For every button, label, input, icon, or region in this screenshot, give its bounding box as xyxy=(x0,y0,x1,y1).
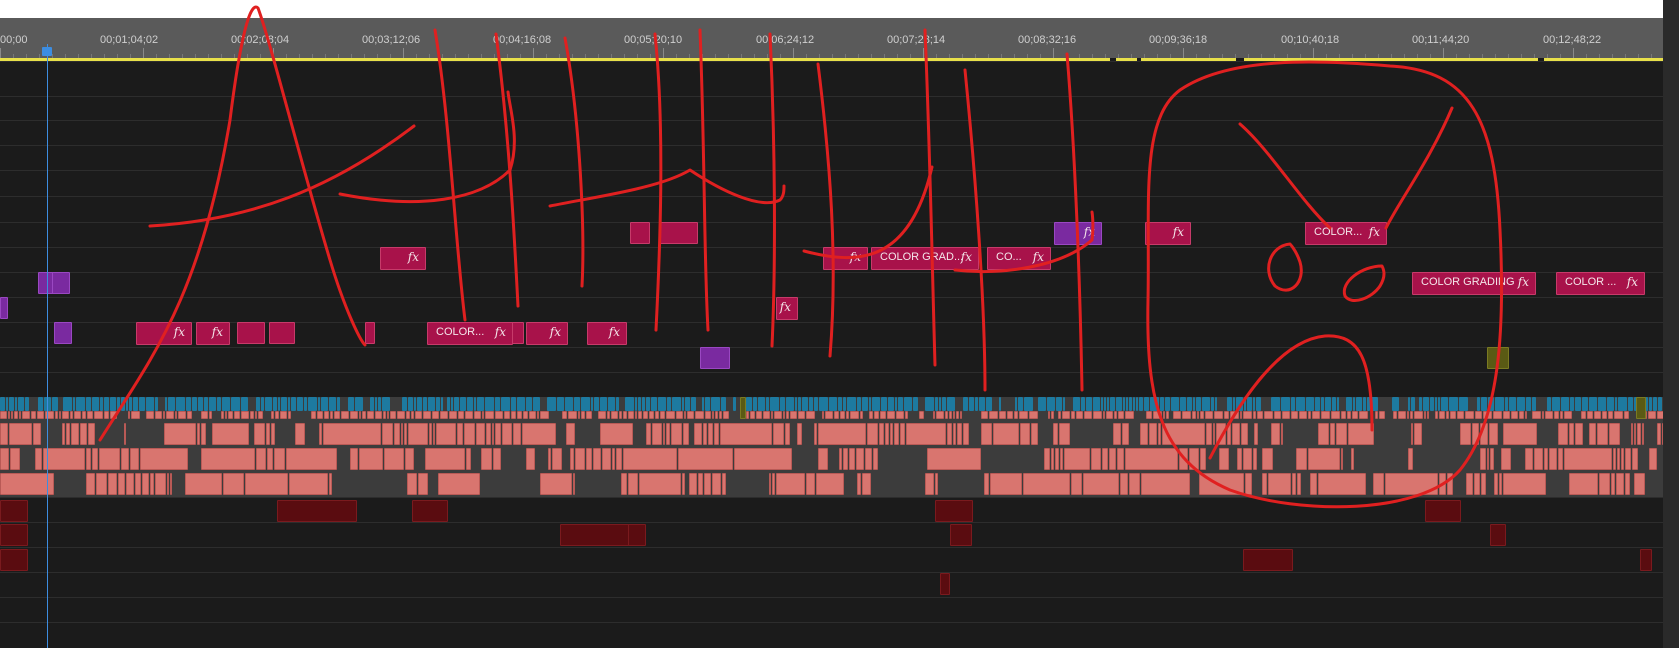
letter-h-1-bar xyxy=(338,90,516,203)
timeline-panel: 00;00 00;01;04;02 00;02;08;04 00;03;12;0… xyxy=(0,0,1679,648)
red-scribble-annotation xyxy=(98,5,1504,509)
letter-h-5 xyxy=(963,68,987,392)
letter-h-2 xyxy=(563,36,585,288)
letter-h-4b xyxy=(923,28,937,367)
angry-face-outline xyxy=(1146,60,1504,509)
letter-h-4-bar xyxy=(802,165,934,260)
angry-face-left-brow xyxy=(1238,122,1332,230)
letter-h-4 xyxy=(816,62,835,358)
angry-face-mouth xyxy=(1208,334,1374,460)
letter-h-2-bar xyxy=(548,168,786,208)
letter-a-stroke xyxy=(98,5,367,442)
letter-h-1 xyxy=(433,28,467,322)
letter-h-1b xyxy=(494,32,520,308)
letter-h-5b xyxy=(1065,52,1084,392)
letter-h-3b xyxy=(768,32,776,348)
letter-h-5-bar xyxy=(953,210,1095,273)
angry-face-left-eye xyxy=(1267,242,1303,292)
angry-face-right-brow xyxy=(1384,106,1454,230)
angry-face-right-eye xyxy=(1342,264,1386,302)
letter-a-crossbar xyxy=(148,124,416,228)
